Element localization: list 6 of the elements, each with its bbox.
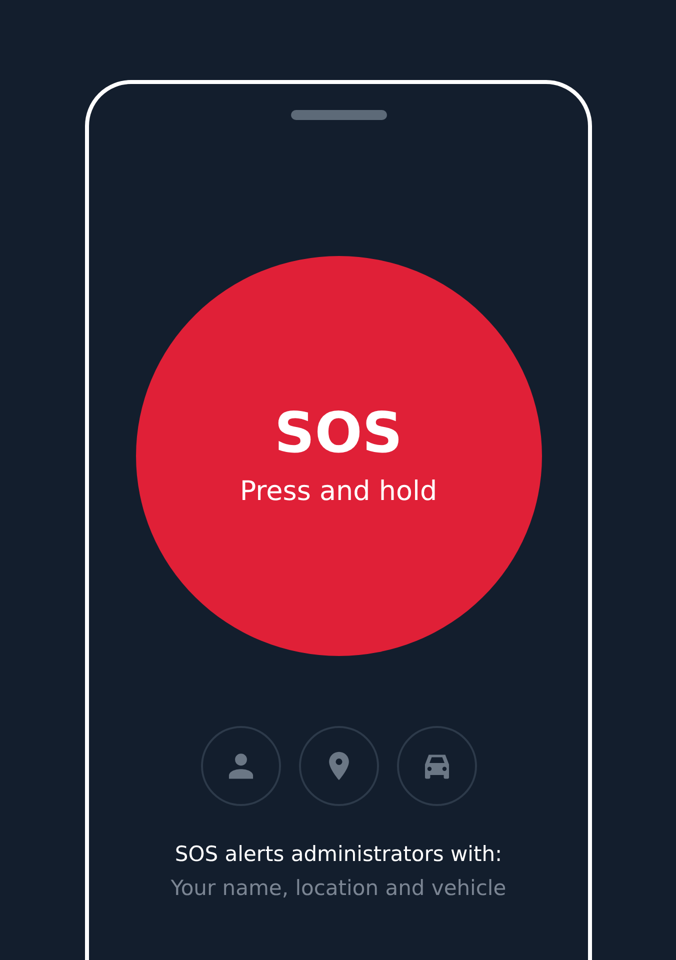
car-icon <box>396 726 476 806</box>
location-pin-icon <box>298 726 378 806</box>
person-icon <box>200 726 280 806</box>
sos-button[interactable]: SOS Press and hold <box>136 256 542 656</box>
info-heading: SOS alerts administrators with: <box>174 842 502 866</box>
info-detail: Your name, location and vehicle <box>170 876 506 900</box>
